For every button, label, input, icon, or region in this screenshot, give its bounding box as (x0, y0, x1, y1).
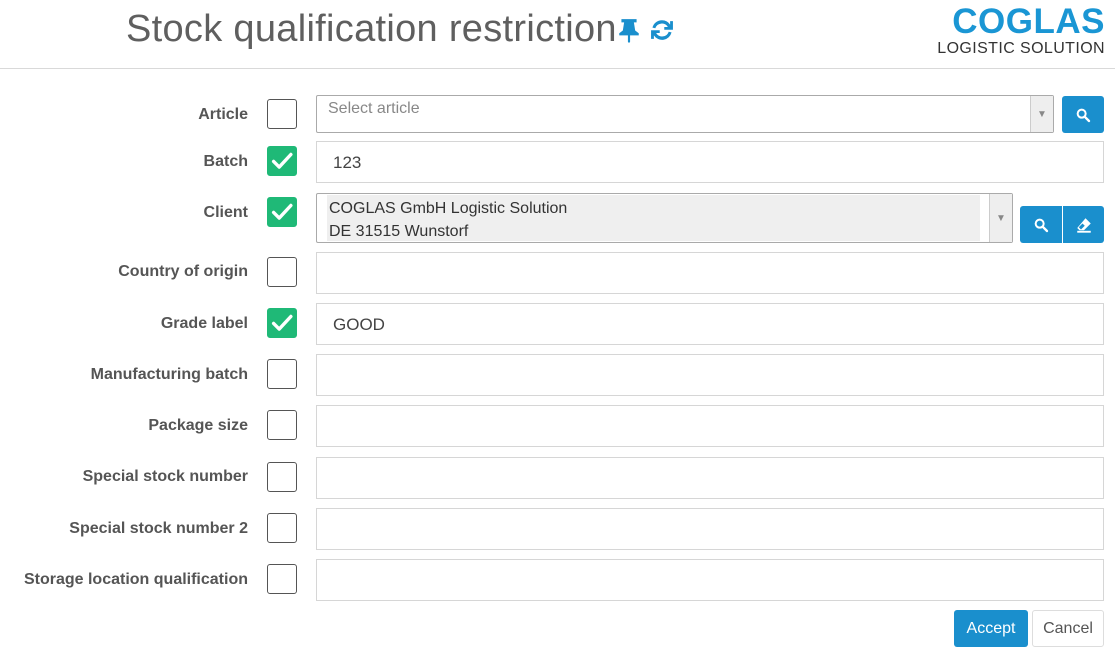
refresh-icon[interactable] (649, 16, 675, 44)
grade-label-input[interactable]: GOOD (316, 303, 1104, 345)
batch-label: Batch (203, 153, 248, 170)
check-icon (271, 314, 293, 331)
client-checkbox[interactable] (267, 197, 297, 227)
check-icon (271, 152, 293, 169)
country-of-origin-label: Country of origin (118, 263, 248, 280)
article-select[interactable]: Select article ▼ (316, 95, 1054, 133)
client-label: Client (203, 204, 248, 221)
article-select-placeholder: Select article (328, 100, 420, 117)
country-of-origin-input[interactable] (316, 252, 1104, 294)
check-icon (271, 203, 293, 220)
eraser-icon (1076, 217, 1091, 233)
manufacturing-batch-input[interactable] (316, 354, 1104, 396)
grade-label-label: Grade label (160, 315, 248, 332)
special-stock-number-2-label: Special stock number 2 (69, 520, 248, 537)
package-size-label: Package size (148, 417, 248, 434)
client-clear-button[interactable] (1063, 206, 1104, 243)
package-size-input[interactable] (316, 405, 1104, 447)
logo-tagline: LOGISTIC SOLUTION (937, 40, 1105, 57)
search-icon (1076, 108, 1091, 122)
dropdown-arrow-icon[interactable]: ▼ (1030, 96, 1053, 132)
special-stock-number-2-checkbox[interactable] (267, 513, 297, 543)
dropdown-arrow-icon[interactable]: ▼ (989, 194, 1012, 242)
storage-location-qualification-checkbox[interactable] (267, 564, 297, 594)
accept-button[interactable]: Accept (954, 610, 1028, 647)
manufacturing-batch-checkbox[interactable] (267, 359, 297, 389)
country-of-origin-checkbox[interactable] (267, 257, 297, 287)
article-label: Article (198, 106, 248, 123)
manufacturing-batch-label: Manufacturing batch (90, 366, 248, 383)
page-title: Stock qualification restriction (126, 8, 617, 50)
pin-icon[interactable] (616, 16, 642, 44)
package-size-checkbox[interactable] (267, 410, 297, 440)
client-selected-value: COGLAS GmbH Logistic Solution DE 31515 W… (327, 195, 980, 241)
special-stock-number-2-input[interactable] (316, 508, 1104, 550)
special-stock-number-checkbox[interactable] (267, 462, 297, 492)
client-name: COGLAS GmbH Logistic Solution (329, 200, 568, 217)
grade-label-checkbox[interactable] (267, 308, 297, 338)
client-select[interactable]: COGLAS GmbH Logistic Solution DE 31515 W… (316, 193, 1013, 243)
header: Stock qualification restriction COGLAS L… (0, 0, 1115, 69)
client-address: DE 31515 Wunstorf (329, 223, 469, 240)
special-stock-number-label: Special stock number (82, 468, 248, 485)
article-search-button[interactable] (1062, 96, 1104, 133)
company-logo: COGLAS LOGISTIC SOLUTION (937, 3, 1105, 58)
search-icon (1034, 218, 1049, 232)
logo-wordmark: COGLAS (952, 2, 1105, 41)
cancel-button[interactable]: Cancel (1032, 610, 1104, 647)
client-search-button[interactable] (1020, 206, 1062, 243)
batch-checkbox[interactable] (267, 146, 297, 176)
storage-location-qualification-label: Storage location qualification (23, 571, 248, 588)
article-checkbox[interactable] (267, 99, 297, 129)
special-stock-number-input[interactable] (316, 457, 1104, 499)
storage-location-qualification-input[interactable] (316, 559, 1104, 601)
batch-input[interactable]: 123 (316, 141, 1104, 183)
